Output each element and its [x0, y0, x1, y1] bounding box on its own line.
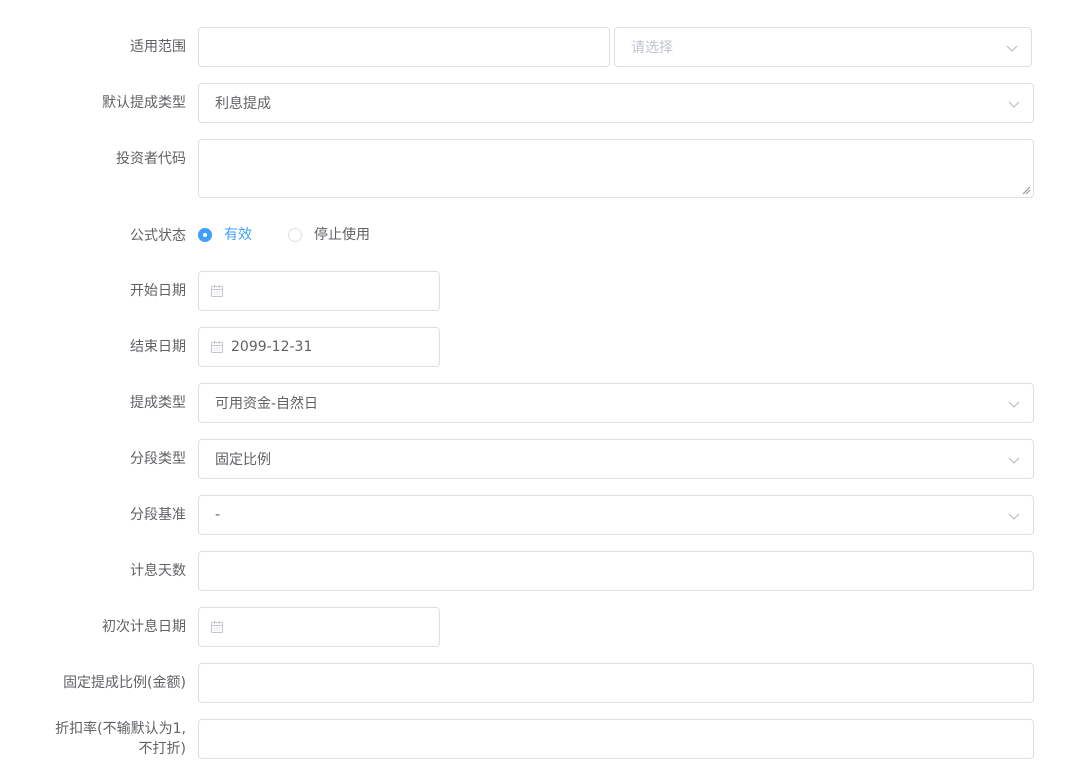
radio-valid-label[interactable]: 有效 [224, 226, 252, 244]
discount-rate-row: 折扣率(不输默认为1, 不打折) [0, 719, 1080, 759]
scope-input[interactable] [198, 27, 610, 67]
scope-select-placeholder: 请选择 [631, 40, 673, 56]
calendar-icon [211, 341, 223, 353]
chevron-down-icon [1008, 101, 1020, 108]
default-commission-type-label: 默认提成类型 [102, 95, 186, 111]
radio-stop-use[interactable] [288, 228, 302, 242]
fixed-ratio-label: 固定提成比例(金额) [63, 675, 186, 691]
segment-basis-select[interactable]: - [198, 495, 1034, 535]
first-interest-date-label: 初次计息日期 [102, 619, 186, 635]
discount-rate-label-line2: 不打折) [138, 741, 186, 757]
radio-stop-use-label[interactable]: 停止使用 [314, 226, 370, 244]
first-interest-date-row: 初次计息日期 [0, 607, 1080, 647]
chevron-down-icon [1008, 401, 1020, 408]
end-date-row: 结束日期 2099-12-31 [0, 327, 1080, 367]
start-date-label: 开始日期 [130, 283, 186, 299]
commission-type-select[interactable]: 可用资金-自然日 [198, 383, 1034, 423]
commission-type-value: 可用资金-自然日 [215, 396, 319, 412]
default-commission-type-select[interactable]: 利息提成 [198, 83, 1034, 123]
commission-type-row: 提成类型 可用资金-自然日 [0, 383, 1080, 423]
chevron-down-icon [1008, 457, 1020, 464]
fixed-ratio-row: 固定提成比例(金额) [0, 663, 1080, 703]
commission-type-label: 提成类型 [130, 395, 186, 411]
segment-type-select[interactable]: 固定比例 [198, 439, 1034, 479]
segment-type-label: 分段类型 [130, 451, 186, 467]
first-interest-date-picker[interactable] [198, 607, 440, 647]
formula-status-row: 公式状态 有效 停止使用 [0, 226, 1080, 246]
default-commission-type-row: 默认提成类型 利息提成 [0, 83, 1080, 123]
formula-status-label: 公式状态 [130, 228, 186, 244]
default-commission-type-value: 利息提成 [215, 96, 271, 112]
start-date-picker[interactable] [198, 271, 440, 311]
segment-basis-label: 分段基准 [130, 507, 186, 523]
segment-type-row: 分段类型 固定比例 [0, 439, 1080, 479]
chevron-down-icon [1008, 513, 1020, 520]
segment-basis-row: 分段基准 - [0, 495, 1080, 535]
end-date-picker[interactable]: 2099-12-31 [198, 327, 440, 367]
interest-days-label: 计息天数 [130, 563, 186, 579]
chevron-down-icon [1006, 45, 1018, 52]
scope-label: 适用范围 [130, 39, 186, 55]
start-date-row: 开始日期 [0, 271, 1080, 311]
interest-days-row: 计息天数 [0, 551, 1080, 591]
end-date-label: 结束日期 [130, 339, 186, 355]
end-date-value: 2099-12-31 [231, 339, 313, 355]
calendar-icon [211, 285, 223, 297]
scope-select[interactable]: 请选择 [614, 27, 1032, 67]
calendar-icon [211, 621, 223, 633]
interest-days-input[interactable] [198, 551, 1034, 591]
resize-handle-icon[interactable] [1022, 186, 1031, 195]
commission-form: 适用范围 请选择 默认提成类型 利息提成 投资者代码 公式状态 有效 停止使用 [0, 0, 1080, 772]
fixed-ratio-input[interactable] [198, 663, 1034, 703]
investor-code-row: 投资者代码 [0, 139, 1080, 198]
discount-rate-label-line1: 折扣率(不输默认为1, [55, 721, 186, 737]
discount-rate-input[interactable] [198, 719, 1034, 759]
segment-type-value: 固定比例 [215, 452, 271, 468]
scope-row: 适用范围 请选择 [0, 27, 1080, 67]
segment-basis-value: - [215, 507, 221, 523]
investor-code-textarea[interactable] [198, 139, 1034, 198]
investor-code-value [199, 140, 215, 148]
investor-code-label: 投资者代码 [116, 151, 186, 167]
radio-valid[interactable] [198, 228, 212, 242]
discount-rate-label: 折扣率(不输默认为1, 不打折) [0, 719, 186, 759]
